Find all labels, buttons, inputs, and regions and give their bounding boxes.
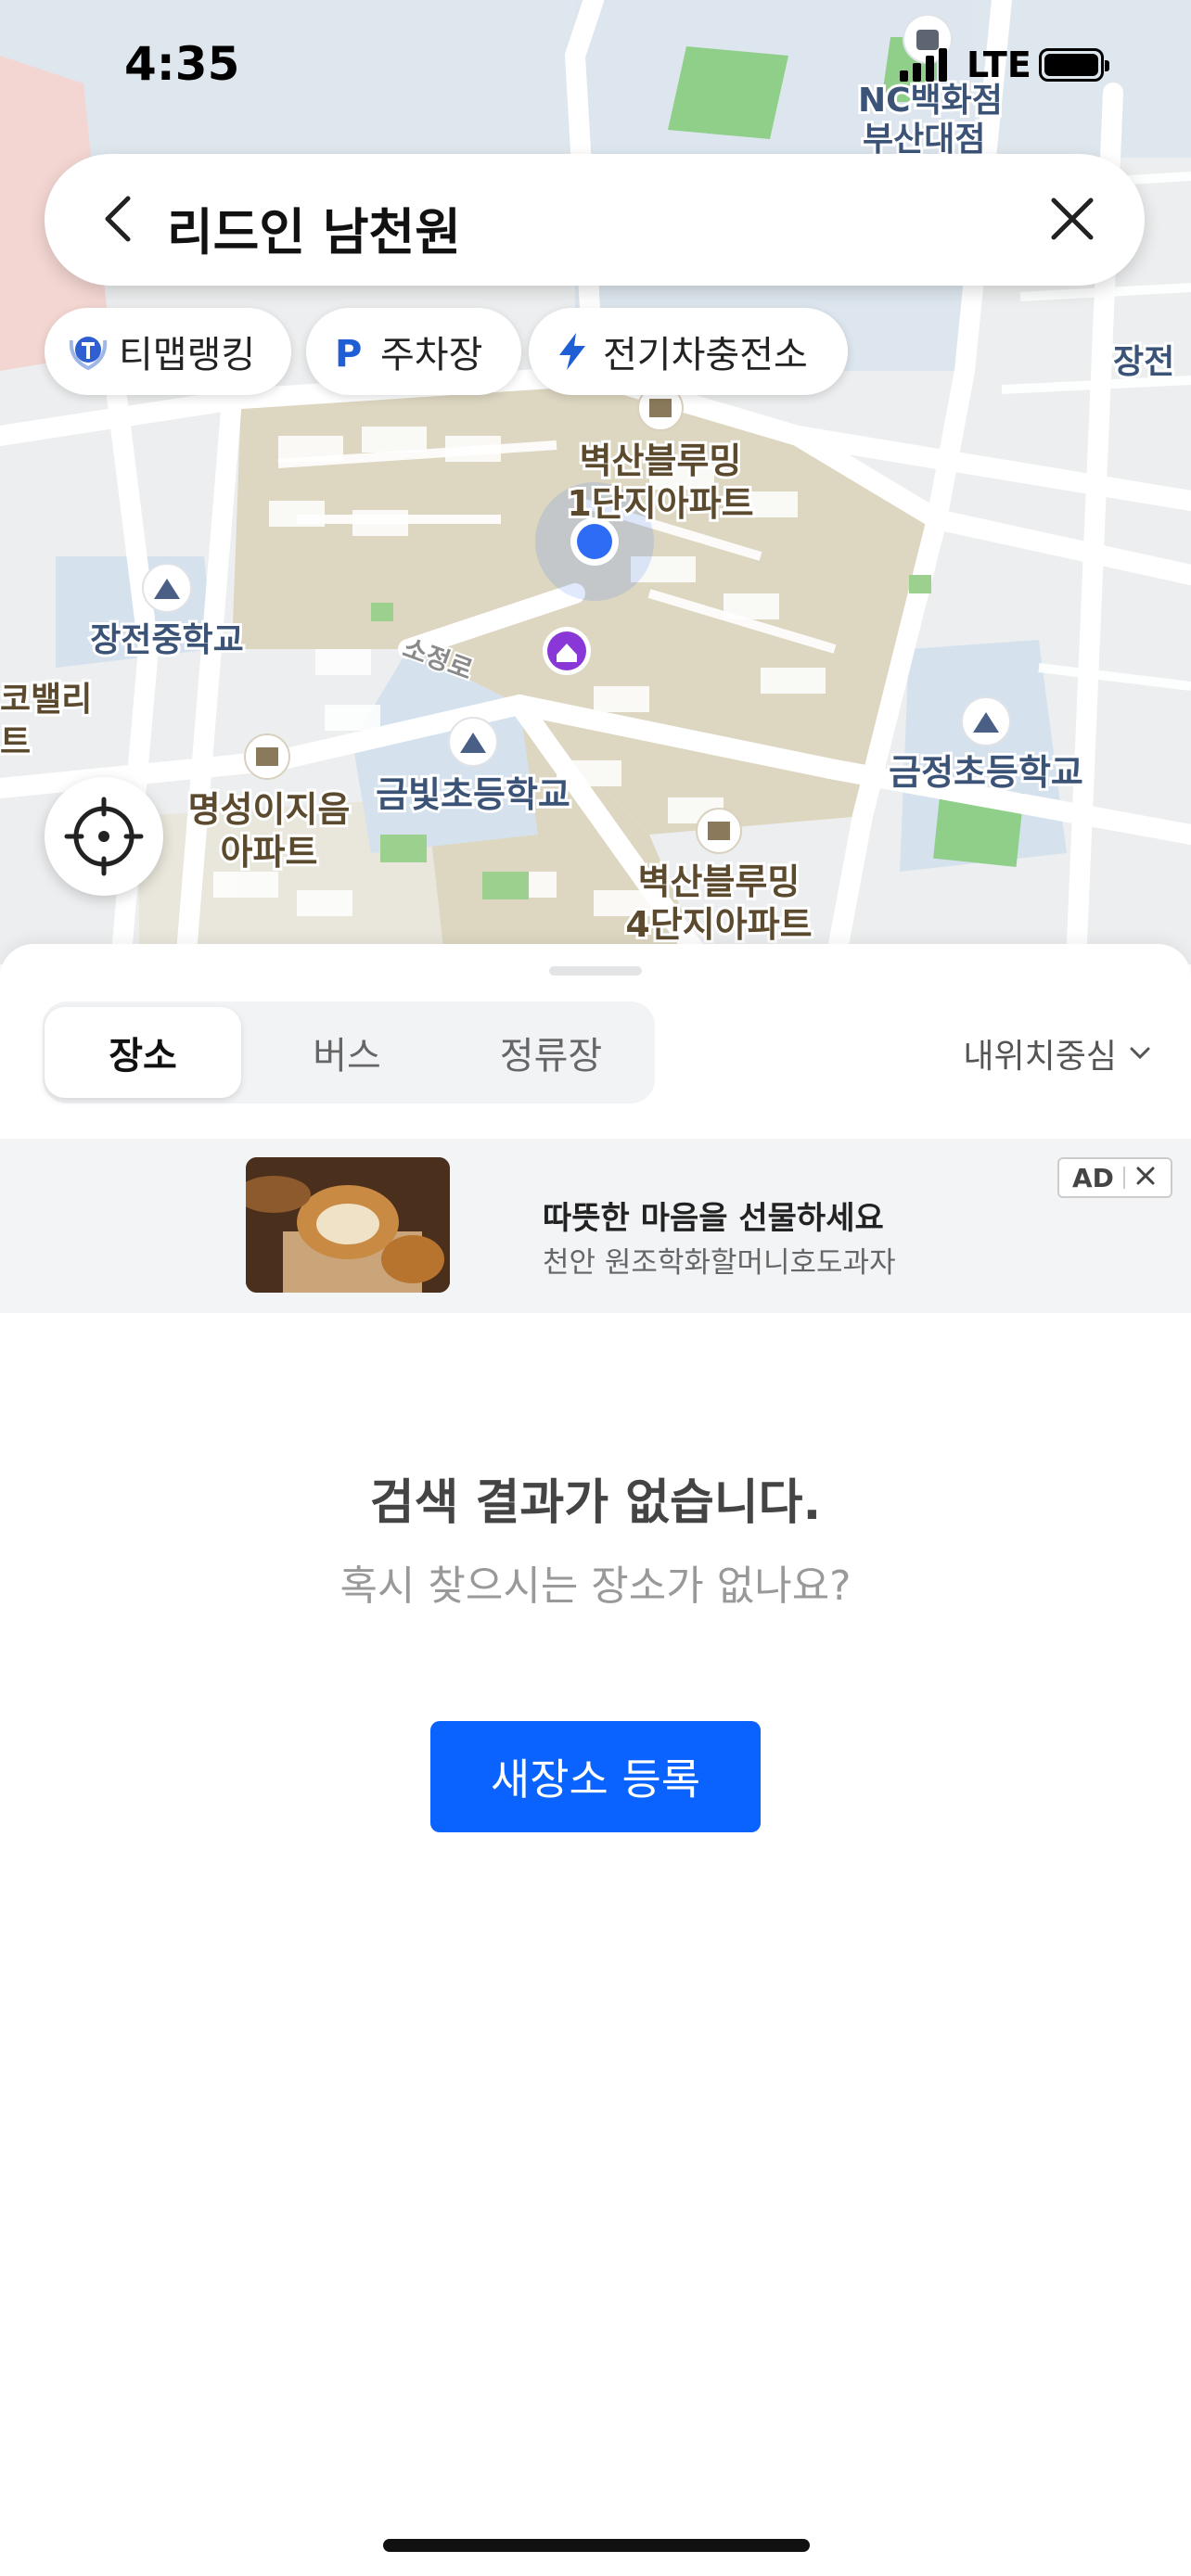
- register-place-button[interactable]: 새장소 등록: [430, 1721, 761, 1832]
- status-bar: 4:35 LTE: [0, 0, 1191, 139]
- svg-text:장전: 장전: [1113, 343, 1174, 381]
- close-icon[interactable]: [1134, 1163, 1157, 1193]
- current-location-button[interactable]: [45, 777, 163, 896]
- svg-text:벽산블루밍: 벽산블루밍: [580, 440, 742, 481]
- sort-label: 내위치중심: [963, 1038, 1117, 1076]
- sheet-handle[interactable]: [549, 966, 642, 976]
- svg-text:금빛초등학교: 금빛초등학교: [376, 774, 570, 815]
- chip-ev-charging[interactable]: 전기차충전소: [529, 308, 848, 395]
- signal-icon: [900, 46, 955, 87]
- back-icon[interactable]: [93, 191, 148, 247]
- parking-icon: P: [328, 330, 371, 373]
- ad-badge: AD: [1057, 1157, 1172, 1198]
- chip-parking[interactable]: P 주차장: [306, 308, 521, 395]
- ad-banner[interactable]: 따뜻한 마음을 선물하세요 천안 원조학화할머니호도과자 AD: [0, 1139, 1191, 1313]
- map-canvas: NC백화점 부산대점 벽산블루밍 1단지아파트 장전중학교 코밸리 트 금빛초등…: [0, 0, 1191, 964]
- tab-place[interactable]: 장소: [45, 1007, 241, 1098]
- sort-dropdown[interactable]: 내위치중심: [963, 1029, 1152, 1078]
- battery-icon: [1039, 48, 1109, 82]
- svg-text:코밸리: 코밸리: [0, 681, 92, 719]
- svg-text:금정초등학교: 금정초등학교: [889, 752, 1083, 793]
- ad-badge-label: AD: [1072, 1162, 1114, 1193]
- crosshair-icon: [64, 797, 144, 876]
- result-type-tabs: 장소 버스 정류장: [43, 1001, 655, 1103]
- close-icon[interactable]: [1044, 191, 1100, 247]
- search-bar[interactable]: 리드인 남천원: [45, 154, 1145, 286]
- ad-subtitle: 천안 원조학화할머니호도과자: [543, 1246, 896, 1280]
- lightning-icon: [551, 330, 594, 373]
- chevron-down-icon: [1128, 1035, 1152, 1073]
- svg-text:명성이지음: 명성이지음: [188, 789, 351, 830]
- tab-bus[interactable]: 버스: [249, 1007, 445, 1098]
- svg-text:P: P: [335, 333, 362, 372]
- svg-text:벽산블루밍: 벽산블루밍: [638, 861, 800, 902]
- tmap-ranking-icon: [67, 330, 109, 373]
- ad-image: [246, 1157, 450, 1293]
- empty-title: 검색 결과가 없습니다.: [369, 1475, 822, 1531]
- chip-label: 전기차충전소: [603, 334, 808, 376]
- home-indicator[interactable]: [383, 2539, 810, 2552]
- chip-tmap-ranking[interactable]: 티맵랭킹: [45, 308, 291, 395]
- svg-text:1단지아파트: 1단지아파트: [567, 483, 753, 524]
- tab-bus-stop[interactable]: 정류장: [453, 1007, 649, 1098]
- svg-text:아파트: 아파트: [221, 832, 318, 873]
- svg-text:장전중학교: 장전중학교: [90, 621, 244, 659]
- chip-label: 주차장: [380, 334, 483, 376]
- search-query[interactable]: 리드인 남천원: [167, 191, 461, 264]
- svg-text:4단지아파트: 4단지아파트: [625, 904, 812, 945]
- empty-subtitle: 혹시 찾으시는 장소가 없나요?: [339, 1562, 852, 1610]
- svg-text:트: 트: [0, 723, 31, 761]
- status-time: 4:35: [124, 37, 240, 91]
- map-view[interactable]: NC백화점 부산대점 벽산블루밍 1단지아파트 장전중학교 코밸리 트 금빛초등…: [0, 0, 1191, 964]
- network-label: LTE: [967, 45, 1031, 85]
- ad-title: 따뜻한 마음을 선물하세요: [543, 1200, 884, 1237]
- chip-label: 티맵랭킹: [119, 334, 256, 376]
- bottom-sheet: 장소 버스 정류장 내위치중심 따뜻한 마음을 선물하세요 천안 원조학화할머니…: [0, 944, 1191, 2576]
